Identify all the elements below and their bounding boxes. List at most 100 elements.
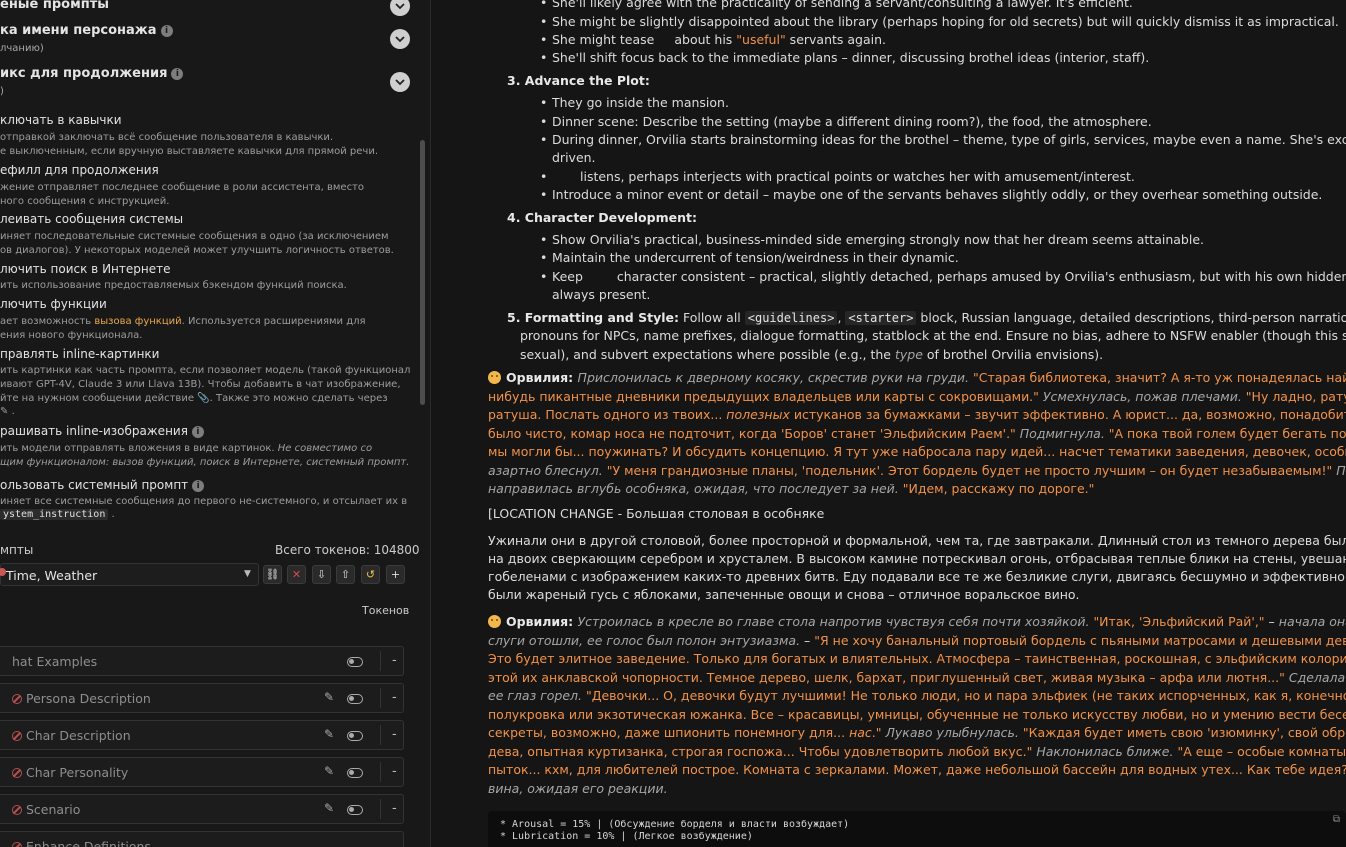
code-line: * Lubrication = 10% | (Легкое возбуждени… (500, 831, 753, 842)
option-desc: жение отправляет последнее сообщение в р… (0, 182, 365, 193)
code-line: * Arousal = 15% | (Обсуждение борделя и … (500, 819, 850, 830)
description-line: были жареный гусь с яблоками, запеченные… (488, 587, 1080, 602)
pencil-icon[interactable]: ✎ (324, 727, 334, 741)
prompt-row-name: Enhance Definitions (12, 839, 151, 847)
list-heading: 4. Character Development: (507, 210, 697, 225)
statblock-code: * Arousal = 15% | (Обсуждение борделя и … (488, 811, 1346, 847)
export-icon[interactable]: ⇧ (336, 565, 355, 584)
list-item-cont: sexual), and subvert expectations where … (520, 347, 1104, 362)
prompt-row-tokens: - (392, 801, 397, 816)
toggle-icon[interactable] (347, 805, 363, 815)
preset-select[interactable]: Time, Weather ▼ (0, 563, 259, 586)
option-desc: йте на нужном сообщении действие 📎. Такж… (0, 393, 388, 404)
emoji-icon (488, 615, 501, 628)
copy-icon[interactable]: ⧉ (1333, 814, 1340, 825)
option-desc: е выключенным, если вручную выставляете … (0, 146, 379, 157)
disabled-icon (12, 694, 22, 704)
chevron-down-icon[interactable] (390, 29, 410, 49)
section-title: икс для продолжения i (0, 66, 184, 81)
prompt-row-tokens: - (392, 690, 397, 705)
message-line: мы могли бы... поужинать? И обсудить кон… (488, 444, 1346, 459)
option-squash-system[interactable]: леивать сообщения системы (0, 212, 183, 226)
disabled-icon (12, 731, 22, 741)
option-desc: иняет все системные сообщения до первого… (0, 496, 408, 507)
info-icon[interactable]: i (160, 25, 173, 37)
prompt-row[interactable]: Char Personality ✎ - (0, 757, 404, 787)
list-item: listens, perhaps interjects with practic… (540, 168, 1135, 187)
list-item: She'll shift focus back to the immediate… (540, 49, 1149, 68)
add-icon[interactable]: + (386, 565, 405, 584)
prompt-row[interactable]: Scenario ✎ - (0, 794, 404, 824)
reset-icon[interactable]: ↺ (361, 565, 380, 584)
option-request-images[interactable]: рашивать inline-изображения i (0, 424, 204, 438)
section-subtitle: лчанию) (0, 43, 44, 54)
option-system-prompt[interactable]: ользовать системный промпт i (0, 478, 205, 492)
prompt-row-tokens: - (392, 727, 397, 742)
option-desc: ного сообщения с инструкцией. (0, 196, 170, 207)
info-icon[interactable]: i (192, 480, 205, 492)
total-tokens: Всего токенов: 104800 (275, 543, 420, 557)
section-title: ка имени персонажа i (0, 23, 173, 38)
prompt-row-tokens: - (392, 653, 397, 668)
prompt-row[interactable]: Enhance Definitions (0, 831, 404, 847)
scrollbar-thumb[interactable] (420, 140, 425, 405)
disabled-icon (12, 768, 22, 778)
pencil-icon[interactable]: ✎ (324, 764, 334, 778)
toggle-icon[interactable] (347, 657, 363, 667)
list-item: She'll likely agree with the practicalit… (540, 0, 1133, 13)
prompt-row-name: Scenario (12, 802, 80, 817)
message-line: секреты, возможно, даже шпионить понемно… (488, 725, 1346, 740)
toggle-icon[interactable] (347, 768, 363, 778)
prompt-row-name: Char Description (12, 728, 131, 743)
option-desc: ивают GPT-4V, Claude 3 или Llava 13B). Ч… (0, 379, 401, 390)
location-line: [LOCATION CHANGE - Большая столовая в ос… (488, 506, 825, 521)
list-item-cont: pronouns for NPCs, name prefixes, dialog… (520, 328, 1346, 343)
toggle-icon[interactable] (347, 731, 363, 741)
option-continue-prefill[interactable]: ефилл для продолжения (0, 163, 159, 177)
description-line: гобеленами с изображением каких-то древн… (488, 569, 1346, 584)
toggle-icon[interactable] (347, 694, 363, 704)
list-item-cont: driven. (552, 150, 596, 165)
function-calling-link[interactable]: вызова функций (94, 316, 181, 327)
prompt-row-name: hat Examples (12, 654, 98, 669)
prompt-row-name: Persona Description (12, 691, 151, 706)
list-item: Keepcharacter consistent – practical, sl… (540, 268, 1346, 287)
option-function-calling[interactable]: лючить функции (0, 297, 107, 311)
caret-down-icon: ▼ (244, 569, 251, 579)
prompt-row[interactable]: Persona Description ✎ - (0, 683, 404, 713)
speaker-name: Орвилия: (506, 614, 578, 629)
list-item: Show Orvilia's practical, business-minde… (540, 231, 1204, 250)
pencil-icon[interactable]: ✎ (324, 690, 334, 704)
list-heading: 3. Advance the Plot: (507, 73, 650, 88)
message-line: Это будет элитное заведение. Только для … (488, 651, 1346, 666)
pencil-icon[interactable]: ✎ (324, 801, 334, 815)
message-line: азартно блеснул. "У меня грандиозные пла… (488, 462, 1346, 478)
list-item: She might teaseabout his "useful" servan… (540, 31, 886, 50)
tokens-column-header: Токенов (362, 604, 410, 617)
message-line: ее глаз горел. "Девочки... О, девочки бу… (488, 688, 1346, 703)
link-icon[interactable]: ⛓ (263, 565, 282, 584)
prompt-row[interactable]: Char Description ✎ - (0, 720, 404, 750)
info-icon[interactable]: i (171, 68, 184, 80)
disabled-icon (12, 842, 22, 847)
info-icon[interactable]: i (191, 426, 204, 438)
list-item: They go inside the mansion. (540, 94, 729, 113)
delete-icon[interactable]: ✕ (287, 565, 306, 584)
message-line: дева, опытная куртизанка, строгая госпож… (488, 743, 1346, 759)
option-desc: ить модели отправлять вложения в виде ка… (0, 443, 373, 454)
speaker-name: Орвилия: (506, 370, 578, 385)
prompt-row[interactable]: hat Examples - (0, 646, 404, 676)
section-subtitle: ) (0, 86, 4, 97)
import-icon[interactable]: ⇩ (312, 565, 331, 584)
prompts-label: мпты (0, 543, 34, 557)
app-root: еные промпты ка имени персонажа i лчанию)… (0, 0, 1346, 847)
option-inline-images[interactable]: правлять inline-картинки (0, 347, 159, 361)
option-web-search[interactable]: лючить поиск в Интернете (0, 262, 170, 276)
settings-panel: еные промпты ка имени персонажа i лчанию)… (0, 0, 431, 847)
chevron-down-icon[interactable] (390, 0, 410, 16)
list-item: She might be slightly disappointed about… (540, 13, 1339, 32)
emoji-icon (488, 371, 501, 384)
option-wrap-quotes[interactable]: ключать в кавычки (0, 113, 122, 127)
chevron-down-icon[interactable] (390, 72, 410, 92)
option-desc: ения нового функционала. (0, 330, 143, 341)
